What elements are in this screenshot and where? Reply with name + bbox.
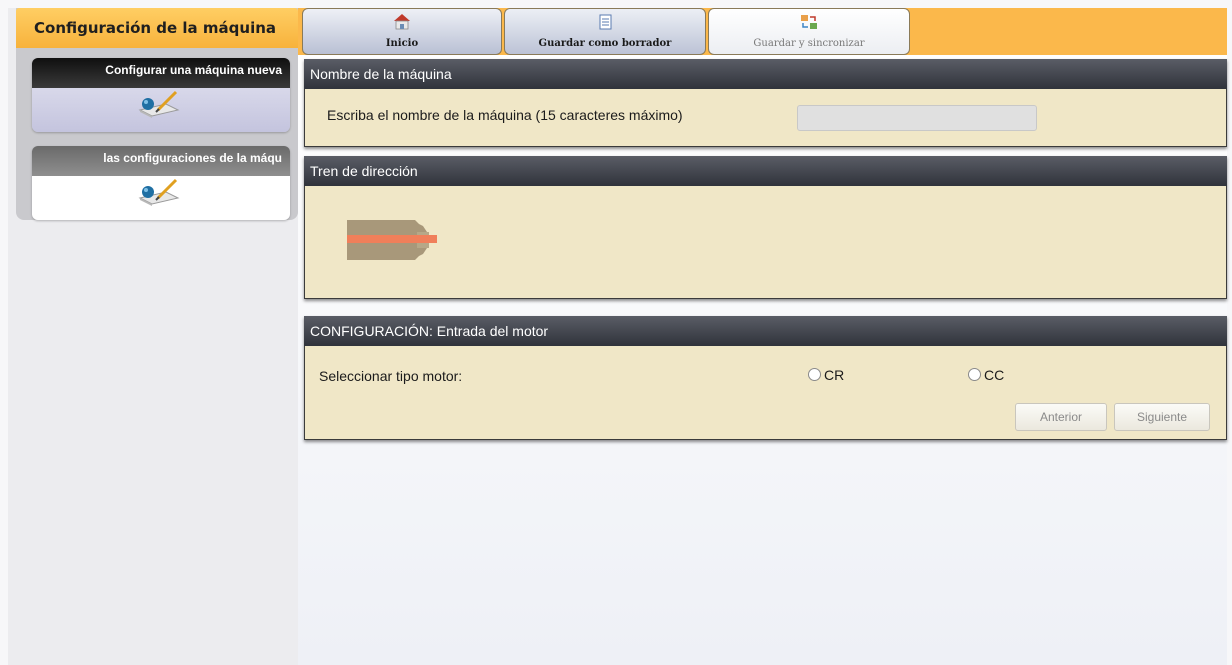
drive-train-motor-icon bbox=[347, 220, 437, 260]
save-sync-button[interactable]: Guardar y sincronizar bbox=[708, 8, 910, 55]
machine-name-panel: Nombre de la máquina Escriba el nombre d… bbox=[304, 59, 1227, 147]
save-draft-label: Guardar como borrador bbox=[538, 38, 672, 49]
radio-circle[interactable] bbox=[808, 368, 821, 381]
motor-type-label: Seleccionar tipo motor: bbox=[319, 368, 463, 384]
previous-button[interactable]: Anterior bbox=[1015, 403, 1107, 431]
sync-icon bbox=[801, 15, 817, 29]
panel-title: Tren de dirección bbox=[304, 156, 1227, 186]
panel-title: CONFIGURACIÓN: Entrada del motor bbox=[304, 316, 1227, 346]
card-label: las configuraciones de la máqu bbox=[32, 146, 290, 176]
machine-config-icon bbox=[138, 90, 180, 118]
motor-type-cr-radio[interactable]: CR bbox=[808, 367, 844, 383]
machine-configurations-card[interactable]: las configuraciones de la máqu bbox=[32, 146, 290, 220]
radio-label: CC bbox=[984, 367, 1005, 383]
card-body bbox=[32, 176, 290, 220]
document-icon bbox=[599, 14, 612, 30]
machine-name-label: Escriba el nombre de la máquina (15 cara… bbox=[327, 107, 683, 123]
sidebar: Configuración de la máquina Configurar u… bbox=[8, 8, 299, 665]
panel-body: Seleccionar tipo motor: CR CC Anterior S… bbox=[304, 346, 1227, 440]
machine-name-input[interactable] bbox=[797, 105, 1037, 131]
radio-circle[interactable] bbox=[968, 368, 981, 381]
home-button-label: Inicio bbox=[385, 38, 419, 49]
motor-input-panel: CONFIGURACIÓN: Entrada del motor Selecci… bbox=[304, 316, 1227, 440]
home-icon bbox=[394, 14, 410, 30]
panel-body bbox=[304, 186, 1227, 299]
panel-body: Escriba el nombre de la máquina (15 cara… bbox=[304, 89, 1227, 147]
configure-new-machine-card[interactable]: Configurar una máquina nueva bbox=[32, 58, 290, 132]
save-draft-button[interactable]: Guardar como borrador bbox=[504, 8, 706, 55]
motor-type-cc-radio[interactable]: CC bbox=[968, 367, 1004, 383]
save-sync-label: Guardar y sincronizar bbox=[753, 38, 865, 49]
main-content: Nombre de la máquina Escriba el nombre d… bbox=[298, 55, 1227, 665]
card-label: Configurar una máquina nueva bbox=[32, 58, 290, 88]
panel-title: Nombre de la máquina bbox=[304, 59, 1227, 89]
home-button[interactable]: Inicio bbox=[302, 8, 502, 55]
machine-config-icon bbox=[138, 178, 180, 206]
sidebar-title: Configuración de la máquina bbox=[16, 8, 298, 48]
toolbar: Inicio Guardar como borrador Guardar y s… bbox=[298, 8, 1227, 55]
drive-train-panel: Tren de dirección bbox=[304, 156, 1227, 299]
card-body bbox=[32, 88, 290, 132]
next-button[interactable]: Siguiente bbox=[1114, 403, 1210, 431]
sidebar-panel: Configuración de la máquina Configurar u… bbox=[16, 8, 298, 220]
radio-label: CR bbox=[824, 367, 845, 383]
